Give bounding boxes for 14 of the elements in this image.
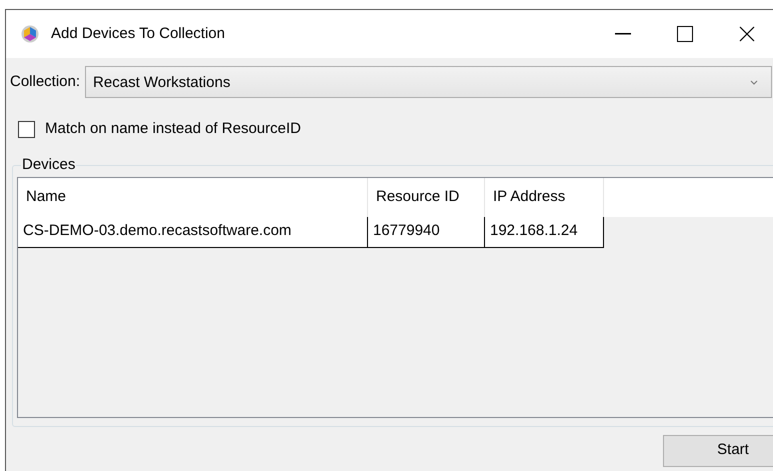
window-title: Add Devices To Collection xyxy=(51,24,225,44)
collection-dropdown[interactable]: Recast Workstations xyxy=(85,66,772,98)
collection-label: Collection: xyxy=(10,72,80,92)
app-logo-icon xyxy=(21,25,39,43)
start-button[interactable]: Start xyxy=(663,434,773,466)
close-icon xyxy=(739,26,755,42)
table-cell: 16779940 xyxy=(368,216,485,246)
checkbox[interactable] xyxy=(18,120,35,138)
match-checkbox-row[interactable]: Match on name instead of ResourceID xyxy=(6,118,301,140)
maximize-icon xyxy=(677,26,693,42)
table-cell: 192.168.1.24 xyxy=(485,216,604,246)
table-cell: CS-DEMO-03.demo.recastsoftware.com xyxy=(18,216,368,246)
chevron-down-icon xyxy=(750,80,758,84)
minimize-icon xyxy=(615,33,631,35)
